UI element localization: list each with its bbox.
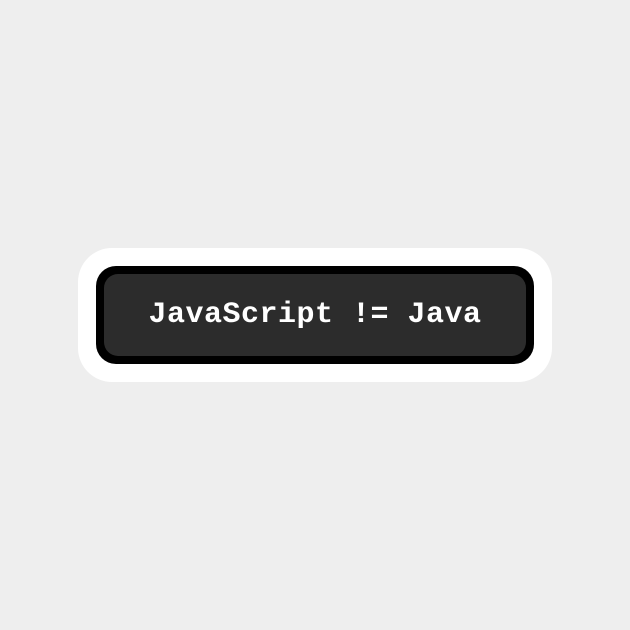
sticker-black-ring: JavaScript != Java xyxy=(96,266,533,364)
sticker-code-text: JavaScript != Java xyxy=(104,274,525,356)
sticker-outer-border: JavaScript != Java xyxy=(78,248,551,382)
